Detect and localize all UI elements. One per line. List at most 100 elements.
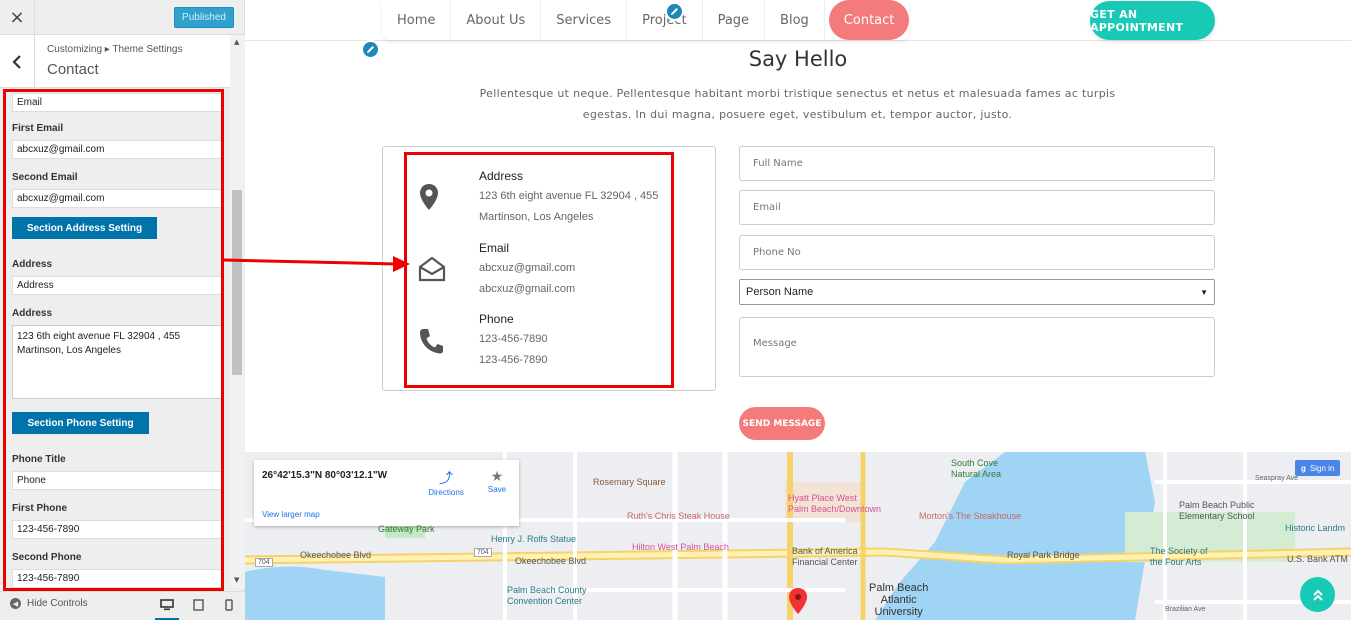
person-select[interactable]: Person Name ▼: [739, 279, 1215, 305]
address-textarea[interactable]: 123 6th eight avenue FL 32904 , 455 Mart…: [12, 325, 221, 399]
preview-desktop-button[interactable]: [155, 597, 179, 620]
map-label: Royal Park Bridge: [1007, 550, 1080, 560]
map-marker-icon: [420, 184, 438, 210]
map-label: Palm Beach County Convention Center: [507, 585, 587, 607]
email-input[interactable]: Email: [739, 190, 1215, 225]
save-label: Save: [487, 485, 507, 494]
map-label: Morton's The Steakhouse: [919, 511, 1022, 521]
map-label: Okeechobee Blvd: [515, 556, 587, 566]
section-address-setting-button[interactable]: Section Address Setting: [12, 217, 157, 239]
close-customizer-button[interactable]: ×: [0, 0, 35, 35]
published-button[interactable]: Published: [174, 7, 234, 28]
view-larger-map-link[interactable]: View larger map: [262, 510, 320, 519]
map-label-line: Natural Area: [951, 469, 1002, 479]
phone-title-input[interactable]: Phone: [12, 471, 221, 490]
map-label: Henry J. Rolfs Statue: [491, 534, 577, 544]
map-label: Ruth's Chris Steak House: [627, 511, 730, 521]
nav-item-page[interactable]: Page: [703, 0, 766, 40]
map-coordinates: 26°42'15.3"N 80°03'12.1"W: [262, 470, 388, 481]
first-phone-input[interactable]: 123-456-7890: [12, 520, 221, 539]
nav-item-contact[interactable]: Contact: [828, 0, 910, 40]
map-sign-in-button[interactable]: g Sign in: [1295, 460, 1341, 476]
save-button[interactable]: ★ Save: [486, 468, 508, 494]
map-label-line: Palm Beach/Downtown: [788, 504, 882, 514]
map-label: Gateway Park: [378, 524, 435, 534]
section-title: Contact: [47, 61, 99, 78]
double-chevron-up-icon: [1312, 589, 1323, 601]
preview-tablet-button[interactable]: [190, 597, 206, 613]
contact-intro-line1: Pellentesque ut neque. Pellentesque habi…: [479, 87, 1116, 100]
contact-intro: Pellentesque ut neque. Pellentesque habi…: [475, 83, 1120, 125]
address-textarea-line1: 123 6th eight avenue FL 32904 , 455: [17, 331, 181, 342]
first-email-label: First Email: [12, 123, 64, 134]
first-phone-label: First Phone: [12, 503, 68, 514]
nav-item-about-us[interactable]: About Us: [451, 0, 542, 40]
nav-item-project[interactable]: Project: [627, 0, 703, 40]
sign-in-label: Sign in: [1309, 463, 1335, 473]
customizer-header-bar: × Published: [0, 0, 244, 35]
address-title: Address: [479, 169, 524, 183]
message-textarea[interactable]: Message: [739, 317, 1215, 377]
second-email-label: Second Email: [12, 172, 78, 183]
second-email-input[interactable]: abcxuz@gmail.com: [12, 189, 221, 208]
map-info-card: 26°42'15.3"N 80°03'12.1"W View larger ma…: [254, 460, 519, 526]
appointment-button[interactable]: GET AN APPOINTMENT: [1090, 1, 1215, 40]
map-label-line: Palm Beach County: [507, 585, 587, 595]
highlighted-settings-panel: Email First Email abcxuz@gmail.com Secon…: [3, 89, 224, 591]
back-button[interactable]: [0, 35, 35, 88]
scrollbar-thumb[interactable]: [232, 190, 242, 375]
map-label: Historic Landm: [1285, 523, 1346, 533]
scroll-up-arrow-icon[interactable]: ▲: [234, 38, 239, 46]
scroll-down-arrow-icon[interactable]: ▼: [234, 576, 239, 584]
map-label-line: the Four Arts: [1150, 557, 1202, 567]
address-title-input[interactable]: Address: [12, 276, 221, 295]
nav-item-blog[interactable]: Blog: [765, 0, 825, 40]
directions-button[interactable]: ⤴ Directions: [424, 468, 468, 497]
contact-intro-line2: egestas. In dui magna, posuere eget, ves…: [582, 108, 1013, 121]
collapse-icon: ◀: [10, 598, 21, 609]
phone-input[interactable]: Phone No: [739, 235, 1215, 270]
nav-item-home[interactable]: Home: [382, 0, 452, 40]
map-label: Rosemary Square: [593, 477, 666, 487]
map-label-line: Atlantic: [880, 594, 917, 606]
map-label-line: Hyatt Place West: [788, 493, 857, 503]
address-label: Address: [12, 308, 53, 319]
nav-item-services[interactable]: Services: [541, 0, 628, 40]
breadcrumb: Customizing ▸ Theme Settings: [47, 44, 183, 55]
scroll-to-top-button[interactable]: [1300, 577, 1335, 612]
site-preview: Home About Us Services Project Page Blog…: [245, 0, 1351, 620]
full-name-input[interactable]: Full Name: [739, 146, 1215, 181]
send-message-button[interactable]: SEND MESSAGE: [739, 407, 825, 440]
section-phone-setting-button[interactable]: Section Phone Setting: [12, 412, 149, 434]
map-label-line: Bank of America: [792, 546, 858, 556]
map-label-line: Convention Center: [507, 596, 583, 606]
contact-info-highlight: Address 123 6th eight avenue FL 32904 , …: [404, 152, 674, 388]
preview-mobile-button[interactable]: [221, 597, 237, 613]
google-icon: g: [1301, 463, 1306, 473]
star-icon: ★: [490, 468, 504, 484]
edit-menu-pencil-icon[interactable]: [665, 2, 684, 21]
email-title-input[interactable]: Email: [12, 93, 221, 112]
sidebar-scrollbar[interactable]: ▲ ▼: [230, 35, 245, 588]
main-navigation: Home About Us Services Project Page Blog…: [382, 0, 910, 40]
map-label-line: Elementary School: [1179, 511, 1255, 521]
section-header: Customizing ▸ Theme Settings Contact: [0, 35, 230, 88]
map-label: 704: [474, 548, 492, 557]
map-label-line: The Society of: [1150, 546, 1208, 556]
second-phone-input[interactable]: 123-456-7890: [12, 569, 221, 588]
hide-controls-label: Hide Controls: [27, 598, 88, 609]
map-label-line: Palm Beach: [869, 582, 929, 594]
google-map[interactable]: 26°42'15.3"N 80°03'12.1"W View larger ma…: [245, 452, 1351, 620]
dropdown-arrow-icon: ▼: [1200, 287, 1208, 297]
map-label-line: University: [874, 606, 923, 618]
phone-line2: 123-456-7890: [479, 354, 548, 366]
phone-title-label: Phone Title: [12, 454, 66, 465]
second-phone-label: Second Phone: [12, 552, 82, 563]
map-label: 704: [255, 558, 273, 567]
hide-controls-button[interactable]: ◀ Hide Controls: [10, 598, 88, 609]
address-line2: Martinson, Los Angeles: [479, 211, 594, 223]
header-divider: [245, 40, 1351, 41]
map-label: Hyatt Place West Palm Beach/Downtown: [788, 493, 881, 515]
contact-heading: Say Hello: [748, 47, 848, 71]
first-email-input[interactable]: abcxuz@gmail.com: [12, 140, 221, 159]
